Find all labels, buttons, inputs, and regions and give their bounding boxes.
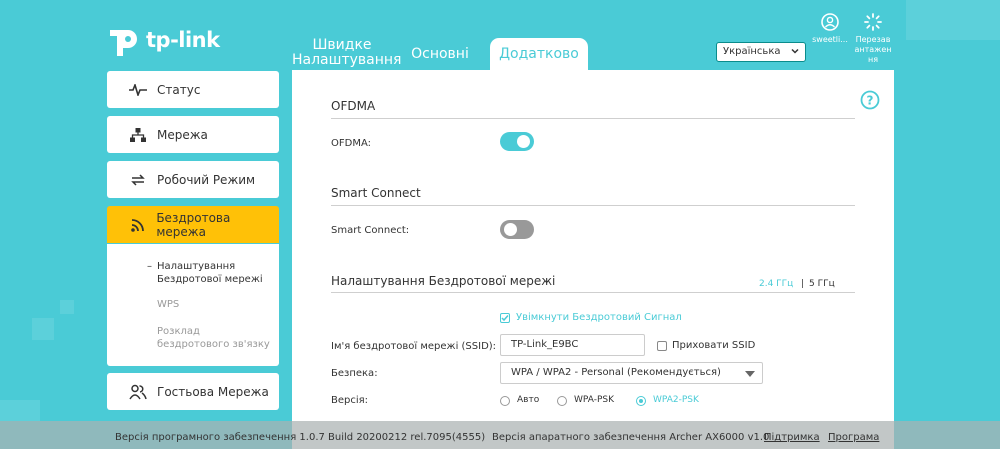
help-icon[interactable]: ?: [860, 90, 880, 110]
wifi-icon: [129, 216, 146, 234]
submenu-item-label: Налаштування Бездротової мережі: [157, 261, 263, 285]
mode-swap-icon: [129, 171, 147, 189]
tab-advanced[interactable]: Додатково: [490, 38, 588, 72]
sidebar-item-label: Гостьова Мережа: [157, 384, 269, 399]
language-value: Українська: [723, 46, 781, 57]
brand-name: tp-link: [146, 28, 220, 52]
user-icon: [821, 13, 839, 31]
enable-wireless-checkbox[interactable]: [500, 313, 510, 323]
version-option-label: WPA2-PSK: [653, 395, 699, 405]
sidebar-item-network[interactable]: Мережа: [107, 116, 279, 153]
ofdma-toggle[interactable]: [500, 132, 534, 151]
check-icon: [501, 315, 509, 322]
network-icon: [129, 126, 147, 144]
svg-text:?: ?: [867, 94, 874, 108]
ofdma-label: OFDMA:: [331, 138, 371, 149]
dropdown-arrow-icon: [745, 371, 755, 377]
language-select[interactable]: Українська: [716, 42, 806, 62]
user-account-button[interactable]: sweetli...: [812, 12, 848, 45]
current-marker: –: [147, 261, 152, 272]
version-option-label: WPA-PSK: [574, 395, 614, 405]
sidebar-item-label: Мережа: [157, 127, 208, 142]
tp-link-logo: tp-link: [106, 22, 220, 58]
sidebar-item-label: Статус: [157, 82, 201, 97]
security-value: WPA / WPA2 - Personal (Рекомендується): [511, 367, 721, 378]
submenu-item-wireless-schedule[interactable]: Розклад бездротового зв'язку: [157, 325, 275, 351]
security-label: Безпека:: [331, 368, 378, 379]
toggle-knob: [504, 223, 517, 236]
section-divider: [331, 292, 855, 293]
chevron-down-icon: [791, 48, 799, 54]
user-name: sweetli...: [812, 35, 848, 44]
smart-connect-section-title: Smart Connect: [331, 186, 421, 200]
band-tab-2-4ghz[interactable]: 2.4 ГГц: [759, 279, 793, 289]
sidebar-item-operation-mode[interactable]: Робочий Режим: [107, 161, 279, 198]
pulse-icon: [129, 81, 147, 99]
toggle-knob: [517, 135, 530, 148]
version-radio-wpa2-psk[interactable]: [636, 396, 646, 406]
wireless-section-title: Налаштування Бездротової мережі: [331, 274, 556, 288]
app-link[interactable]: Програма: [828, 432, 879, 443]
sidebar-item-wireless[interactable]: Бездротова мережа: [107, 206, 279, 243]
guests-icon: [129, 383, 147, 401]
sidebar-item-label: Бездротова мережа: [156, 210, 231, 239]
version-label: Версія:: [331, 395, 369, 406]
footer-bar: Версія програмного забезпечення 1.0.7 Bu…: [0, 421, 1000, 449]
version-radio-wpa-psk[interactable]: [557, 396, 567, 406]
security-select[interactable]: WPA / WPA2 - Personal (Рекомендується): [500, 362, 763, 384]
background-block: [0, 400, 40, 421]
sidebar-item-status[interactable]: Статус: [107, 71, 279, 108]
band-separator: |: [801, 279, 805, 289]
firmware-version: Версія програмного забезпечення 1.0.7 Bu…: [115, 432, 486, 443]
submenu-item-wps[interactable]: WPS: [157, 298, 275, 311]
background-block: [32, 318, 54, 340]
background-block: [906, 0, 1000, 40]
tab-basic[interactable]: Основні: [404, 38, 476, 70]
support-link[interactable]: Підтримка: [764, 432, 820, 443]
section-divider: [331, 118, 855, 119]
version-radio-auto[interactable]: [500, 396, 510, 406]
hide-ssid-label: Приховати SSID: [672, 340, 756, 351]
tab-quick-setup[interactable]: Швидке Налаштування: [292, 38, 401, 70]
sidebar-item-guest-network[interactable]: Гостьова Мережа: [107, 373, 279, 410]
submenu-item-wireless-settings[interactable]: – Налаштування Бездротової мережі: [147, 260, 275, 286]
sidebar-item-label: Робочий Режим: [157, 172, 256, 187]
ssid-input[interactable]: TP-Link_E9BC: [500, 334, 645, 356]
ssid-label: Ім'я бездротової мережі (SSID):: [331, 341, 497, 352]
main-content: ? OFDMA OFDMA: Smart Connect Smart Conne…: [292, 70, 894, 449]
smart-connect-toggle[interactable]: [500, 220, 534, 239]
hardware-version: Версія апаратного забезпечення Archer AX…: [492, 432, 770, 443]
reboot-icon: [864, 13, 882, 31]
reboot-button[interactable]: Перезав антажен ня: [852, 12, 894, 65]
enable-wireless-label: Увімкнути Бездротовий Сигнал: [516, 312, 682, 323]
band-tab-5ghz[interactable]: 5 ГГц: [809, 279, 835, 289]
smart-connect-label: Smart Connect:: [331, 225, 410, 236]
hide-ssid-checkbox[interactable]: [657, 341, 667, 351]
section-divider: [331, 205, 855, 206]
wireless-submenu: – Налаштування Бездротової мережі WPS Ро…: [107, 244, 279, 366]
ofdma-section-title: OFDMA: [331, 99, 376, 113]
background-block: [60, 300, 74, 314]
version-option-label: Авто: [517, 395, 540, 405]
reboot-label: Перезав антажен ня: [854, 35, 892, 64]
tp-link-logo-icon: [110, 30, 137, 56]
